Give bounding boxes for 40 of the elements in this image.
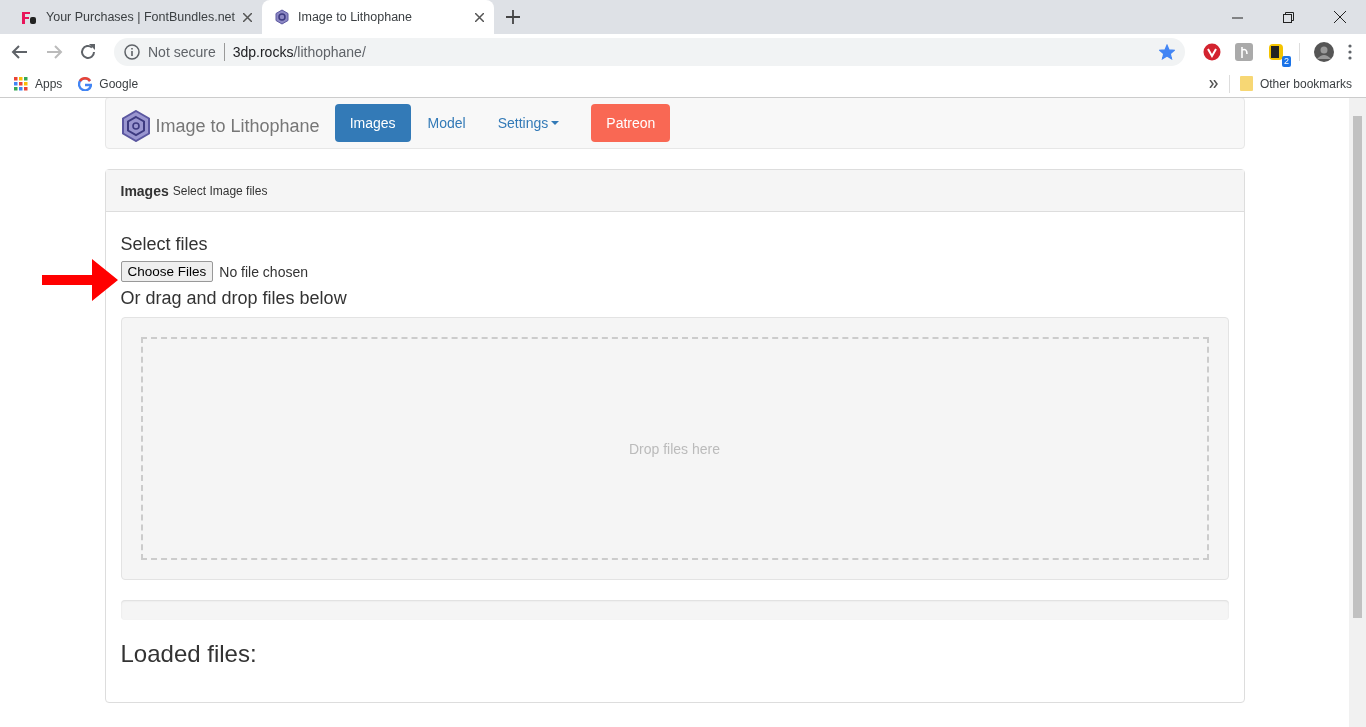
tab-title: Your Purchases | FontBundles.net xyxy=(46,10,235,24)
caret-icon xyxy=(551,121,560,125)
close-tab-icon[interactable] xyxy=(243,12,252,22)
apps-grid-icon xyxy=(14,76,28,91)
extension-badge: 2 xyxy=(1282,56,1291,67)
choose-files-button[interactable]: Choose Files xyxy=(120,261,214,282)
tab-title: Image to Lithophane xyxy=(298,10,413,24)
hexagon-logo-icon xyxy=(120,110,151,142)
nav-dropdown[interactable]: Settings xyxy=(482,104,575,142)
google-g-icon xyxy=(78,76,93,91)
bookmark-item[interactable]: Apps xyxy=(14,76,63,91)
drag-label: Or drag and drop files below xyxy=(120,288,348,309)
nav-tab[interactable]: Model xyxy=(412,104,481,142)
security-label: Not secure xyxy=(148,44,216,60)
scrollbar[interactable] xyxy=(1349,98,1366,727)
bookmark-star-icon[interactable] xyxy=(1159,44,1175,60)
url-text: 3dp.rocks/lithophane/ xyxy=(232,44,366,60)
folder-icon xyxy=(1239,76,1253,91)
panel-title: Images xyxy=(120,182,169,199)
loaded-files-heading: Loaded files: xyxy=(120,640,258,668)
close-window-icon[interactable] xyxy=(1334,11,1346,23)
new-tab-icon[interactable] xyxy=(506,10,520,24)
browser-tab[interactable]: Image to Lithophane xyxy=(262,0,494,34)
more-bookmarks-icon[interactable] xyxy=(1208,79,1219,88)
brand-link[interactable]: Image to Lithophane xyxy=(120,104,320,142)
close-tab-icon[interactable] xyxy=(475,12,484,22)
address-bar[interactable]: Not secure 3dp.rocks/lithophane/ xyxy=(114,38,1185,66)
menu-icon[interactable] xyxy=(1348,44,1352,60)
bookmark-item[interactable]: Google xyxy=(78,76,139,91)
hexagon-logo-icon xyxy=(274,9,290,25)
browser-tab[interactable]: Your Purchases | FontBundles.net xyxy=(8,0,262,34)
file-status: No file chosen xyxy=(219,263,308,280)
nav-tab[interactable]: Images xyxy=(334,104,411,142)
panel-subtitle: Select Image files xyxy=(172,183,268,198)
extension-icon[interactable] xyxy=(1267,43,1285,61)
restore-icon[interactable] xyxy=(1283,11,1294,23)
bookmark-folder[interactable]: Other bookmarks xyxy=(1239,76,1352,91)
info-icon[interactable] xyxy=(124,44,140,60)
profile-avatar-icon[interactable] xyxy=(1314,42,1334,62)
field-label: Select files xyxy=(120,234,209,255)
